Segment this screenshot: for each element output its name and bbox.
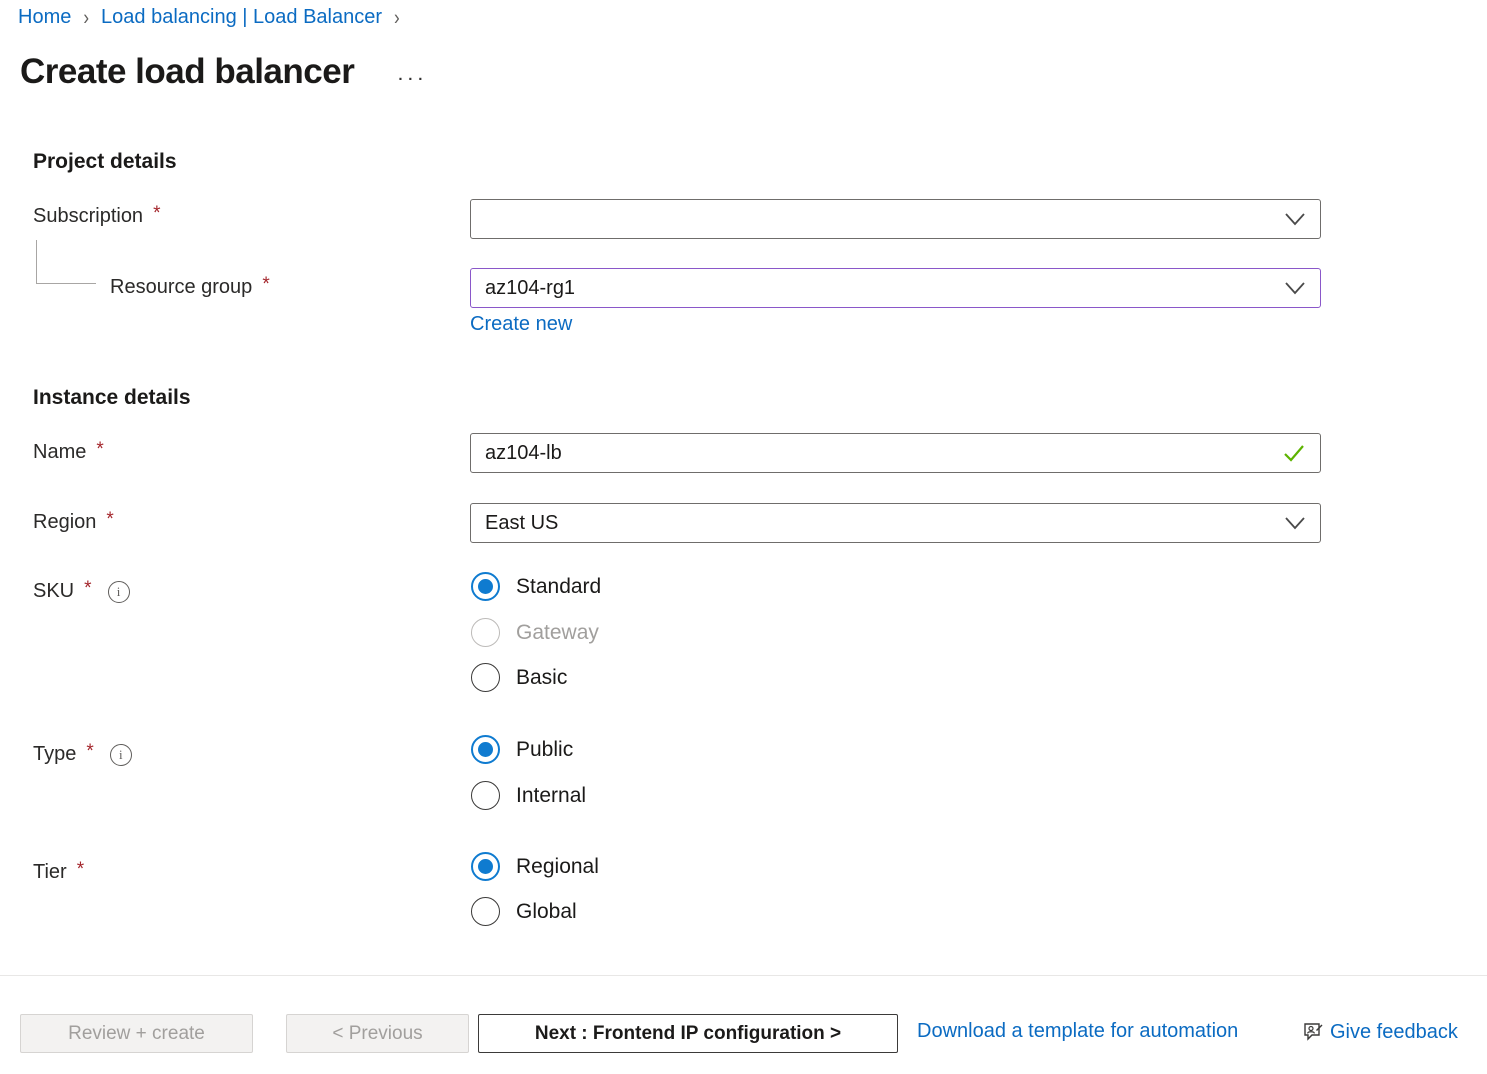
radio-unselected-icon [471, 897, 500, 926]
info-icon[interactable]: i [108, 581, 130, 603]
page-title: Create load balancer [20, 52, 354, 92]
download-template-link[interactable]: Download a template for automation [917, 1020, 1238, 1043]
chevron-down-icon [1284, 280, 1306, 296]
instance-details-heading: Instance details [33, 386, 191, 410]
required-asterisk: * [106, 509, 113, 531]
radio-selected-icon [471, 572, 500, 601]
radio-selected-icon [471, 852, 500, 881]
tier-label: Tier* [33, 861, 84, 884]
info-icon[interactable]: i [110, 744, 132, 766]
resource-group-value: az104-rg1 [485, 277, 1284, 300]
type-option-internal[interactable]: Internal [471, 781, 586, 810]
valid-checkmark-icon [1282, 443, 1306, 463]
chevron-right-icon: › [81, 5, 91, 30]
required-asterisk: * [262, 274, 269, 296]
chevron-down-icon [1284, 211, 1306, 227]
breadcrumb-home-link[interactable]: Home [18, 6, 71, 29]
give-feedback-link[interactable]: Give feedback [1302, 1020, 1458, 1044]
resource-group-connector-line [36, 240, 96, 284]
footer-divider [0, 975, 1487, 976]
radio-selected-icon [471, 735, 500, 764]
create-new-link[interactable]: Create new [470, 313, 572, 336]
more-options-icon[interactable]: ··· [398, 57, 428, 88]
type-option-public[interactable]: Public [471, 735, 573, 764]
sku-option-standard[interactable]: Standard [471, 572, 601, 601]
subscription-dropdown[interactable] [470, 199, 1321, 239]
chevron-down-icon [1284, 515, 1306, 531]
previous-button[interactable]: < Previous [286, 1014, 469, 1053]
region-value: East US [485, 512, 1284, 535]
tier-option-global[interactable]: Global [471, 897, 577, 926]
radio-unselected-icon [471, 663, 500, 692]
breadcrumb: Home › Load balancing | Load Balancer › [18, 6, 402, 29]
sku-option-basic[interactable]: Basic [471, 663, 567, 692]
resource-group-dropdown[interactable]: az104-rg1 [470, 268, 1321, 308]
region-dropdown[interactable]: East US [470, 503, 1321, 543]
required-asterisk: * [96, 439, 103, 461]
required-asterisk: * [153, 203, 160, 225]
chevron-right-icon: › [392, 5, 402, 30]
sku-label: SKU* i [33, 580, 130, 603]
resource-group-label: Resource group* [110, 276, 270, 299]
name-label: Name* [33, 441, 104, 464]
name-input[interactable]: az104-lb [470, 433, 1321, 473]
review-create-button[interactable]: Review + create [20, 1014, 253, 1053]
sku-option-gateway: Gateway [471, 618, 599, 647]
required-asterisk: * [86, 741, 93, 763]
region-label: Region* [33, 511, 114, 534]
tier-option-regional[interactable]: Regional [471, 852, 599, 881]
name-value: az104-lb [485, 442, 1282, 465]
breadcrumb-load-balancing-link[interactable]: Load balancing | Load Balancer [101, 6, 382, 29]
create-load-balancer-page: Home › Load balancing | Load Balancer › … [0, 0, 1487, 1074]
required-asterisk: * [84, 578, 91, 600]
project-details-heading: Project details [33, 150, 177, 174]
radio-disabled-icon [471, 618, 500, 647]
subscription-label: Subscription* [33, 205, 160, 228]
required-asterisk: * [77, 859, 84, 881]
radio-unselected-icon [471, 781, 500, 810]
feedback-person-icon [1302, 1020, 1326, 1044]
type-label: Type* i [33, 743, 132, 766]
next-frontend-ip-button[interactable]: Next : Frontend IP configuration > [478, 1014, 898, 1053]
